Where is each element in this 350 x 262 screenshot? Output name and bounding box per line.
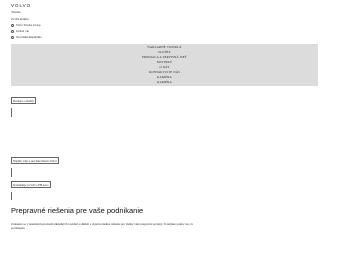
menu-item-news[interactable]: NOVINKY — [11, 60, 318, 64]
menu-item-contact[interactable]: KONTAKTUJTE NÁS — [11, 70, 318, 74]
country-option-label: Slovenská Republika — [16, 35, 42, 39]
menu-item-career[interactable]: KARIÉRA — [11, 75, 318, 79]
radio-icon[interactable] — [11, 35, 14, 39]
volvo-logo[interactable]: VOLVO — [11, 3, 31, 8]
country-option-label: Volvo Trucks Group — [16, 23, 41, 27]
intro-paragraph: Zostanete so v neustálom prostredí nákla… — [11, 222, 194, 231]
menu-item-vehicles[interactable]: NAKLADNÉ VOZIDLÁ — [11, 45, 318, 49]
country-option-slovakia[interactable]: Slovenská Republika — [11, 35, 41, 39]
menu-item-career-2[interactable]: KARIÉRA — [11, 80, 318, 84]
menu-item-about[interactable]: O NÁS — [11, 65, 318, 69]
contact-button[interactable]: Kontaktuje sa Volvo FH Aero — [11, 181, 51, 188]
divider-line — [11, 168, 12, 177]
page-heading: Prepravné riešenia pre vaše podnikanie — [11, 206, 144, 215]
country-selector-title: Zvoľte krajinu — [11, 17, 29, 21]
find-dealer-button[interactable]: Predajca a služby — [11, 97, 36, 104]
brand-subtitle: Trucks — [11, 10, 21, 14]
divider-line — [11, 192, 12, 200]
radio-icon[interactable] — [11, 29, 14, 33]
divider-line — [11, 108, 12, 117]
menu-item-services[interactable]: SLUŽBY — [11, 50, 318, 54]
country-option-label: Global | sk — [16, 29, 29, 33]
find-service-button[interactable]: Nájdite vaše a servisné miesto Volvo — [11, 157, 60, 164]
country-option-global[interactable]: Global | sk — [11, 29, 29, 33]
country-option-volvo-trucks-group[interactable]: Volvo Trucks Group — [11, 23, 40, 27]
main-menu: NAKLADNÉ VOZIDLÁ SLUŽBY PREDAJCA A SERVI… — [11, 44, 318, 86]
menu-item-dealer-network[interactable]: PREDAJCA A SERVISNÁ SIEŤ — [11, 55, 318, 59]
radio-icon[interactable] — [11, 23, 14, 27]
